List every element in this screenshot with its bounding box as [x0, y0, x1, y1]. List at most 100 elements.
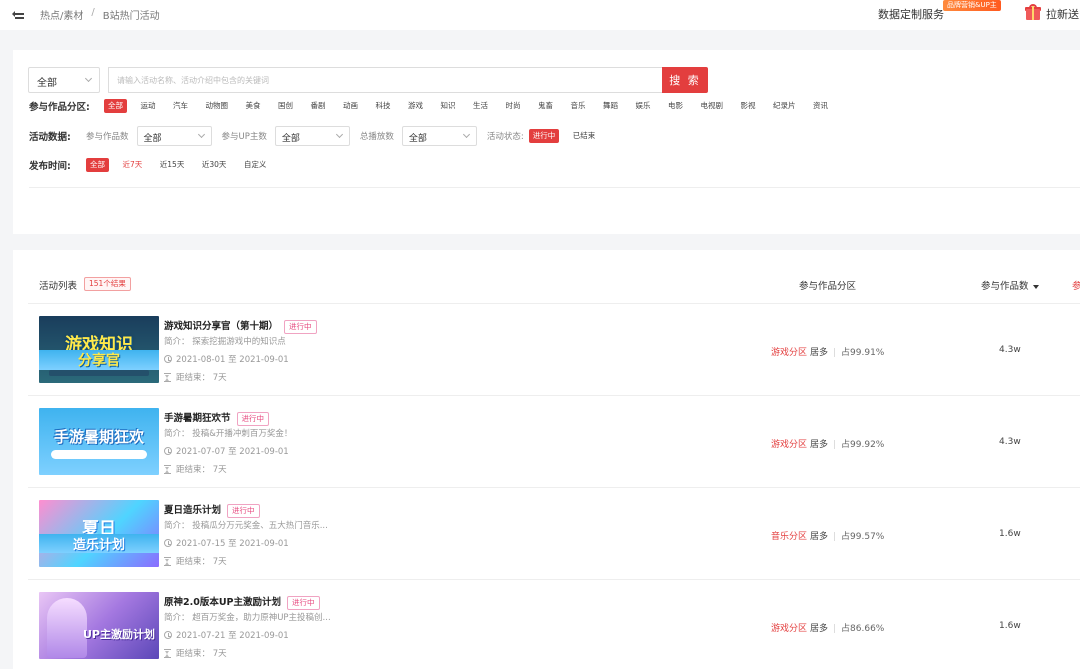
- activity-row[interactable]: UP主激励计划 原神2.0版本UP主激励计划 进行中 简介： 超百万奖金，助力原神…: [28, 580, 1080, 669]
- works-count-cell: 4.3w: [999, 437, 1021, 447]
- status-tag: 进行中: [236, 411, 270, 426]
- total-plays-label: 总播放数: [359, 132, 394, 142]
- category-chip-all[interactable]: 全部: [104, 99, 127, 113]
- works-count-value: 全部: [143, 134, 162, 144]
- up-count-select[interactable]: 全部: [274, 126, 350, 146]
- activity-title[interactable]: 夏日造乐计划 进行中: [164, 502, 260, 518]
- zone-name[interactable]: 游戏分区: [771, 624, 807, 634]
- zone-name[interactable]: 游戏分区: [771, 440, 807, 450]
- activity-thumbnail[interactable]: 手游暑期狂欢: [39, 408, 159, 475]
- menu-toggle-icon[interactable]: [12, 8, 24, 20]
- list-header: 活动列表 151个结果 参与作品分区 参与作品数 参: [28, 266, 1080, 304]
- invite-link[interactable]: 拉新送: [1046, 6, 1079, 22]
- category-chip[interactable]: 番剧: [307, 99, 330, 113]
- zone-most: 居多: [810, 624, 829, 634]
- activity-date-text: 2021-07-15 至 2021-09-01: [176, 539, 289, 549]
- activity-title[interactable]: 游戏知识分享官（第十期） 进行中: [164, 318, 317, 334]
- activity-intro: 简介： 投稿&开播冲刺百万奖金！: [164, 429, 293, 439]
- thumbnail-text: 分享官: [39, 350, 159, 370]
- works-count-label: 参与作品数: [86, 132, 129, 142]
- status-chip-ongoing[interactable]: 进行中: [528, 129, 560, 143]
- search-input[interactable]: [108, 67, 662, 93]
- search-button[interactable]: 搜 索: [662, 67, 708, 93]
- category-chip[interactable]: 动画: [339, 99, 362, 113]
- category-chip[interactable]: 电影: [664, 99, 687, 113]
- data-service-link[interactable]: 数据定制服务: [878, 6, 944, 22]
- publish-time-filter-row: 发布时间: 全部 近7天 近15天 近30天 自定义: [29, 158, 280, 172]
- search-scope-select[interactable]: 全部: [28, 67, 100, 93]
- category-chip[interactable]: 资讯: [809, 99, 832, 113]
- activity-row[interactable]: 游戏知识 分享官 游戏知识分享官（第十期） 进行中 简介： 探索挖掘游戏中的知识点…: [28, 304, 1080, 396]
- category-chip[interactable]: 游戏: [404, 99, 427, 113]
- activity-date: 2021-07-21 至 2021-09-01: [164, 629, 289, 641]
- works-count-cell: 4.3w: [999, 345, 1021, 355]
- breadcrumb-separator: /: [91, 7, 95, 18]
- zone-name[interactable]: 游戏分区: [771, 348, 807, 358]
- activity-row[interactable]: 手游暑期狂欢 手游暑期狂欢节 进行中 简介： 投稿&开播冲刺百万奖金！ 2021-…: [28, 396, 1080, 488]
- category-label: 参与作品分区:: [29, 102, 90, 113]
- activity-thumbnail[interactable]: 游戏知识 分享官: [39, 316, 159, 383]
- category-chip[interactable]: 运动: [137, 99, 160, 113]
- time-chip-15days[interactable]: 近15天: [156, 158, 189, 172]
- activity-date-text: 2021-07-21 至 2021-09-01: [176, 631, 289, 641]
- chevron-down-icon: [462, 130, 470, 139]
- thumbnail-text: UP主激励计划: [83, 628, 155, 641]
- category-chip[interactable]: 知识: [437, 99, 460, 113]
- thumbnail-decoration: [49, 370, 149, 376]
- hourglass-icon: [164, 464, 171, 474]
- list-title: 活动列表: [39, 281, 78, 292]
- category-chip[interactable]: 生活: [469, 99, 492, 113]
- top-bar: 热点/素材 / B站热门活动 数据定制服务 品牌营销&UP主 拉新送: [0, 0, 1080, 30]
- activity-status-label: 活动状态:: [486, 132, 524, 142]
- activity-thumbnail[interactable]: 夏日 造乐计划: [39, 500, 159, 567]
- category-chip[interactable]: 动物圈: [202, 99, 233, 113]
- up-count-label: 参与UP主数: [221, 132, 267, 142]
- category-chip[interactable]: 美食: [242, 99, 265, 113]
- category-chip[interactable]: 舞蹈: [599, 99, 622, 113]
- status-chip-ended[interactable]: 已结束: [569, 129, 600, 143]
- time-chip-7days[interactable]: 近7天: [119, 158, 147, 172]
- total-plays-select[interactable]: 全部: [401, 126, 477, 146]
- zone-most: 居多: [810, 348, 829, 358]
- category-chip[interactable]: 娱乐: [632, 99, 655, 113]
- activity-remaining: 距结束： 7天: [164, 463, 227, 475]
- category-chip[interactable]: 纪录片: [769, 99, 800, 113]
- time-chip-custom[interactable]: 自定义: [240, 158, 271, 172]
- cell-separator: [834, 440, 836, 449]
- clock-icon: [164, 447, 172, 455]
- result-count-badge: 151个结果: [84, 277, 131, 291]
- category-filter-row: 参与作品分区: 全部 运动 汽车 动物圈 美食 国创 番剧 动画 科技 游戏 知…: [29, 99, 842, 113]
- category-cell: 游戏分区 居多 占99.92%: [771, 437, 884, 450]
- activity-row[interactable]: 夏日 造乐计划 夏日造乐计划 进行中 简介： 投稿瓜分万元奖金、五大热门音乐...…: [28, 488, 1080, 580]
- category-cell: 音乐分区 居多 占99.57%: [771, 529, 884, 542]
- activity-title[interactable]: 原神2.0版本UP主激励计划 进行中: [164, 594, 320, 610]
- category-chip[interactable]: 音乐: [567, 99, 590, 113]
- category-chip[interactable]: 时尚: [502, 99, 525, 113]
- activity-data-filter-row: 活动数据: 参与作品数 全部 参与UP主数 全部 总播放数 全部 活动状态: 进…: [29, 126, 609, 146]
- category-chip[interactable]: 电视剧: [697, 99, 728, 113]
- clock-icon: [164, 539, 172, 547]
- activity-title[interactable]: 手游暑期狂欢节 进行中: [164, 410, 270, 426]
- activity-remaining-text: 距结束： 7天: [176, 557, 227, 567]
- breadcrumb-item-materials[interactable]: 热点/素材: [40, 7, 83, 22]
- gift-icon[interactable]: [1025, 4, 1041, 21]
- time-chip-30days[interactable]: 近30天: [198, 158, 231, 172]
- breadcrumb: 热点/素材 / B站热门活动: [40, 7, 160, 22]
- activity-title-text: 手游暑期狂欢节: [164, 413, 231, 424]
- zone-percent: 占99.92%: [841, 440, 885, 450]
- sort-caret-icon: [1032, 284, 1039, 289]
- activity-thumbnail[interactable]: UP主激励计划: [39, 592, 159, 659]
- works-count-select[interactable]: 全部: [136, 126, 212, 146]
- time-chip-all[interactable]: 全部: [86, 158, 109, 172]
- category-chip[interactable]: 国创: [274, 99, 297, 113]
- category-chip[interactable]: 科技: [372, 99, 395, 113]
- zone-name[interactable]: 音乐分区: [771, 532, 807, 542]
- category-chip[interactable]: 影视: [737, 99, 760, 113]
- category-chip[interactable]: 鬼畜: [534, 99, 557, 113]
- activity-title-text: 夏日造乐计划: [164, 505, 222, 516]
- category-chip[interactable]: 汽车: [169, 99, 192, 113]
- zone-most: 居多: [810, 440, 829, 450]
- works-count-cell: 1.6w: [999, 621, 1021, 631]
- activity-remaining-text: 距结束： 7天: [176, 649, 227, 659]
- column-header-works[interactable]: 参与作品数: [981, 278, 1039, 292]
